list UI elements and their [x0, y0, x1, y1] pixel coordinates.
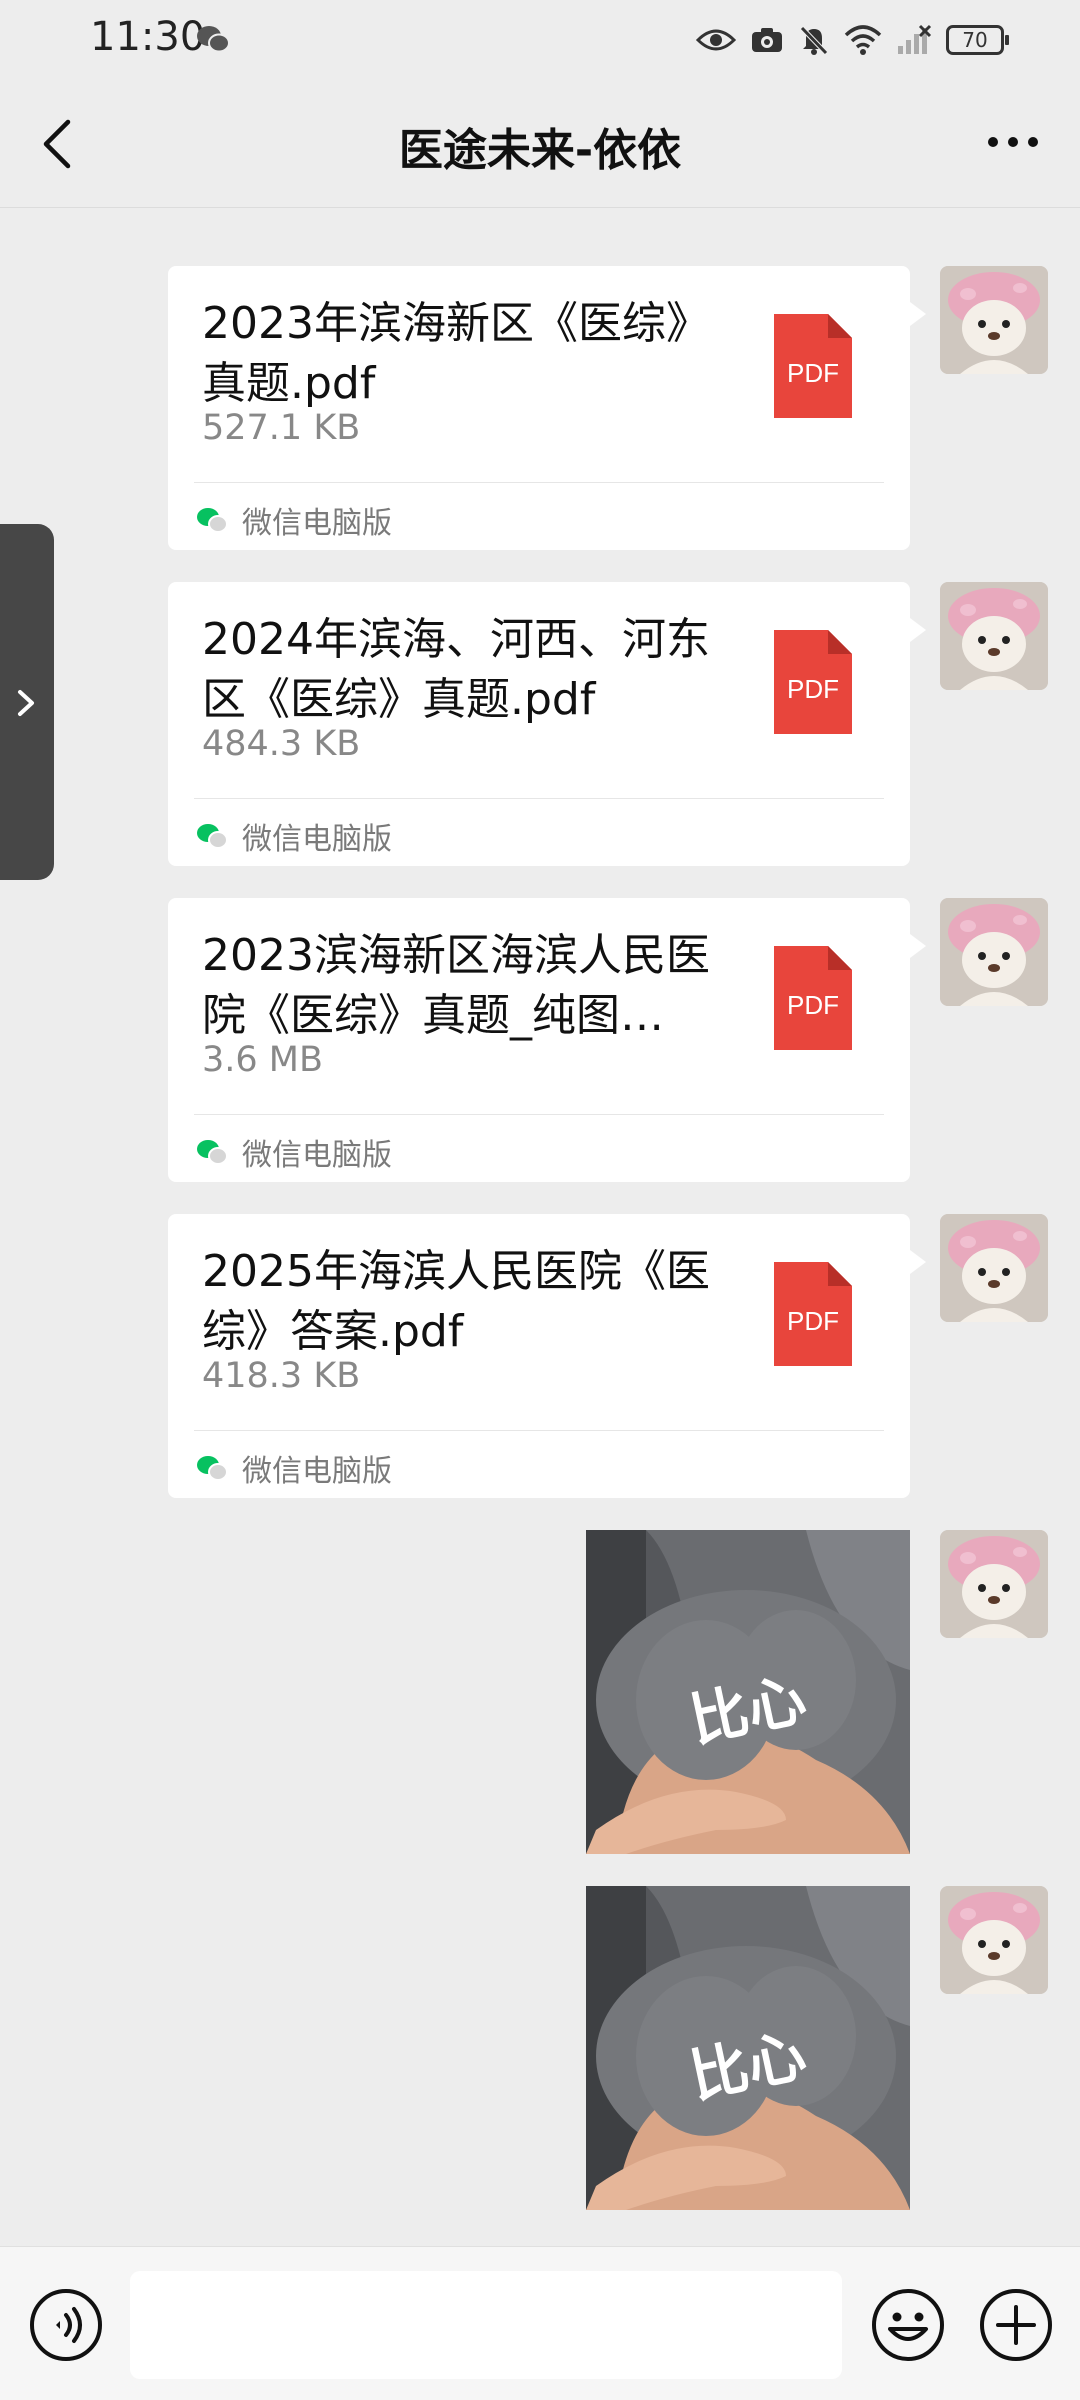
- eye-icon: [696, 29, 736, 51]
- file-source-label: 微信电脑版: [242, 1454, 392, 1489]
- divider: [194, 798, 884, 799]
- svg-text:PDF: PDF: [787, 1306, 839, 1336]
- file-size: 527.1 KB: [202, 408, 361, 448]
- wechat-notification-icon: [197, 26, 230, 53]
- teddy-bear-avatar: [940, 1530, 1048, 1638]
- status-time: 11:30: [90, 14, 206, 60]
- pdf-file-icon: PDF: [774, 1262, 852, 1366]
- file-name: 2023年滨海新区《医综》真题.pdf: [202, 298, 710, 409]
- divider: [194, 1430, 884, 1431]
- teddy-bear-avatar: [940, 1214, 1048, 1322]
- avatar[interactable]: [940, 898, 1048, 1006]
- wechat-pc-icon: [197, 1456, 228, 1481]
- cat-paw-sticker: 比心: [586, 1530, 910, 1854]
- divider: [194, 482, 884, 483]
- system-icons: 70: [696, 20, 1009, 60]
- divider: [194, 1114, 884, 1115]
- battery-icon: 70: [946, 25, 1009, 55]
- no-signal-icon: [898, 24, 932, 54]
- pdf-file-icon: PDF: [774, 946, 852, 1050]
- file-message[interactable]: 2025年海滨人民医院《医综》答案.pdf 418.3 KB PDF 微信电脑版: [168, 1214, 926, 1498]
- avatar[interactable]: [940, 266, 1048, 374]
- side-panel-handle[interactable]: [0, 524, 54, 880]
- svg-text:PDF: PDF: [787, 990, 839, 1020]
- status-bar: 11:30 70: [0, 0, 1080, 80]
- file-name: 2023滨海新区海滨人民医院《医综》真题_纯图…: [202, 930, 710, 1041]
- svg-text:PDF: PDF: [787, 358, 839, 388]
- chevron-right-icon: [18, 690, 34, 716]
- plus-icon[interactable]: [978, 2287, 1054, 2363]
- mute-bell-icon: [800, 26, 828, 55]
- teddy-bear-avatar: [940, 1886, 1048, 1994]
- voice-icon[interactable]: [28, 2287, 104, 2363]
- file-message[interactable]: 2023滨海新区海滨人民医院《医综》真题_纯图… 3.6 MB PDF 微信电脑…: [168, 898, 926, 1182]
- more-dots-icon[interactable]: [986, 130, 1040, 154]
- chat-title: 医途未来-依依: [398, 125, 682, 176]
- chat-header: 医途未来-依依: [0, 80, 1080, 208]
- file-source: 微信电脑版: [196, 1128, 392, 1176]
- avatar[interactable]: [940, 1214, 1048, 1322]
- file-source: 微信电脑版: [196, 496, 392, 544]
- file-source-label: 微信电脑版: [242, 1138, 392, 1173]
- file-size: 3.6 MB: [202, 1040, 323, 1080]
- teddy-bear-avatar: [940, 898, 1048, 1006]
- file-name: 2024年滨海、河西、河东区《医综》真题.pdf: [202, 614, 710, 725]
- file-size: 418.3 KB: [202, 1356, 361, 1396]
- file-name: 2025年海滨人民医院《医综》答案.pdf: [202, 1246, 710, 1357]
- file-source-label: 微信电脑版: [242, 506, 392, 541]
- cat-paw-sticker: 比心: [586, 1886, 910, 2210]
- wechat-pc-icon: [197, 508, 228, 533]
- file-source: 微信电脑版: [196, 812, 392, 860]
- image-message[interactable]: 比心: [586, 1530, 910, 1854]
- camera-icon: [752, 28, 782, 52]
- emoji-icon[interactable]: [870, 2287, 946, 2363]
- pdf-file-icon: PDF: [774, 314, 852, 418]
- file-source-label: 微信电脑版: [242, 822, 392, 857]
- avatar[interactable]: [940, 1530, 1048, 1638]
- avatar[interactable]: [940, 1886, 1048, 1994]
- wechat-pc-icon: [197, 1140, 228, 1165]
- avatar[interactable]: [940, 582, 1048, 690]
- teddy-bear-avatar: [940, 266, 1048, 374]
- input-bar: [0, 2246, 1080, 2400]
- message-input[interactable]: [130, 2271, 842, 2379]
- wechat-pc-icon: [197, 824, 228, 849]
- teddy-bear-avatar: [940, 582, 1048, 690]
- file-message[interactable]: 2024年滨海、河西、河东区《医综》真题.pdf 484.3 KB PDF 微信…: [168, 582, 926, 866]
- image-message[interactable]: 比心: [586, 1886, 910, 2210]
- svg-text:PDF: PDF: [787, 674, 839, 704]
- file-message[interactable]: 2023年滨海新区《医综》真题.pdf 527.1 KB PDF 微信电脑版: [168, 266, 926, 550]
- wifi-icon: [844, 25, 882, 55]
- file-source: 微信电脑版: [196, 1444, 392, 1492]
- file-size: 484.3 KB: [202, 724, 361, 764]
- pdf-file-icon: PDF: [774, 630, 852, 734]
